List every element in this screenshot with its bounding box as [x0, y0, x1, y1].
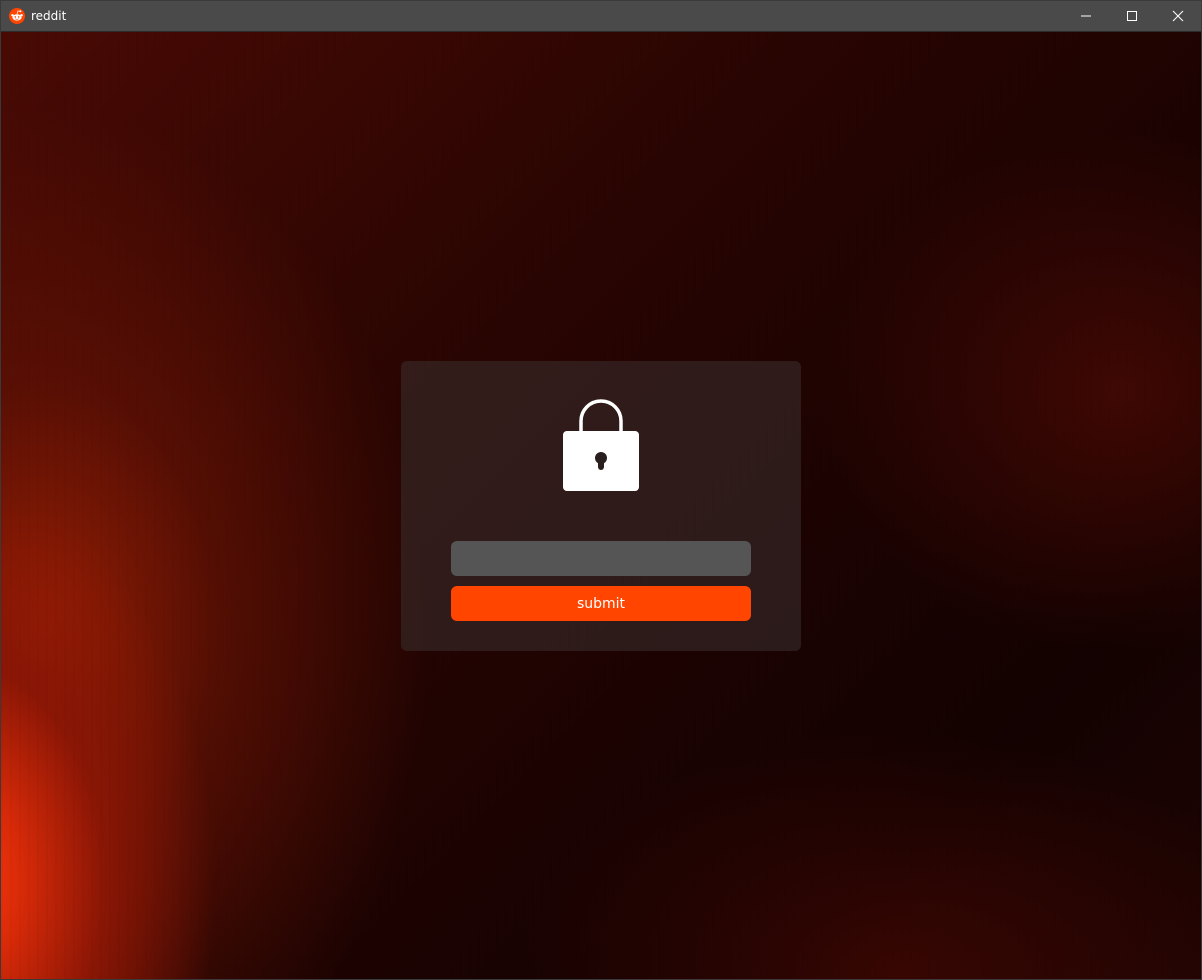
password-input[interactable] [451, 541, 751, 576]
window-title: reddit [31, 9, 67, 23]
minimize-icon [1081, 15, 1091, 17]
title-bar[interactable]: reddit [1, 1, 1201, 32]
minimize-button[interactable] [1063, 1, 1109, 31]
maximize-button[interactable] [1109, 1, 1155, 31]
close-icon [1172, 10, 1184, 22]
window-controls [1063, 1, 1201, 31]
app-window: reddit submit [0, 0, 1202, 980]
lock-screen-background: submit [1, 32, 1201, 979]
lock-card: submit [401, 361, 801, 651]
submit-button[interactable]: submit [451, 586, 751, 621]
close-button[interactable] [1155, 1, 1201, 31]
lock-icon [563, 399, 639, 491]
maximize-icon [1127, 11, 1137, 21]
reddit-icon [9, 8, 25, 24]
